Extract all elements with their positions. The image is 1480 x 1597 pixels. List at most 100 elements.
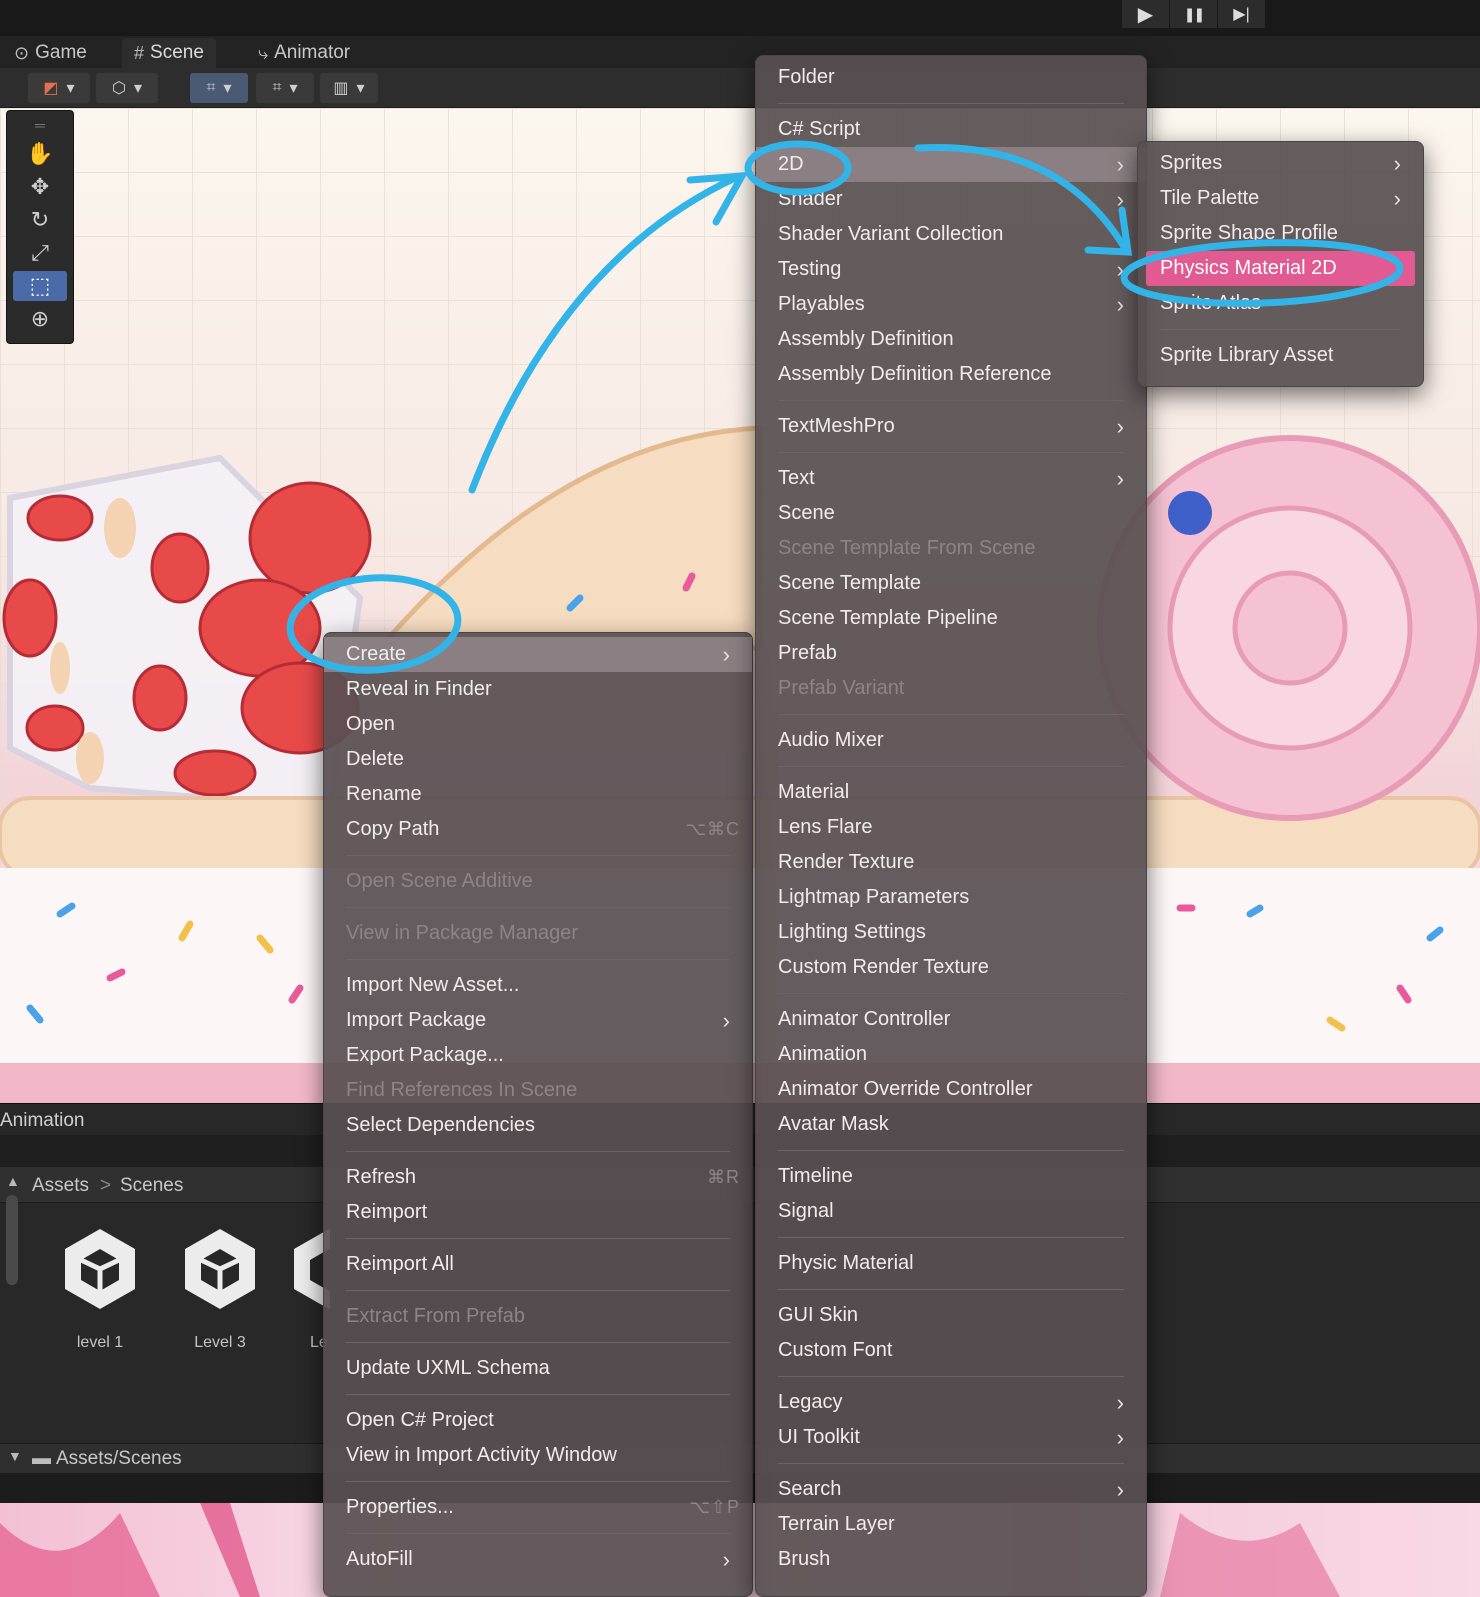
menu-item-delete[interactable]: Delete (324, 742, 752, 777)
menu-item-scene-template-pipeline[interactable]: Scene Template Pipeline (756, 601, 1146, 636)
menu-item-label: Render Texture (778, 851, 915, 873)
menu-item-physics-material-2d[interactable]: Physics Material 2D (1146, 251, 1415, 286)
menu-item-view-in-import-activity-window[interactable]: View in Import Activity Window (324, 1438, 752, 1473)
menu-item-copy-path[interactable]: Copy Path ⌥⌘C (324, 812, 752, 847)
menu-item-animator-controller[interactable]: Animator Controller (756, 1002, 1146, 1037)
create-submenu: Folder C# Script 2D › Shader › Shader Variant … (755, 55, 1147, 1597)
menu-item-rename[interactable]: Rename (324, 777, 752, 812)
menu-item-open-c-project[interactable]: Open C# Project (324, 1403, 752, 1438)
scene-asset-level-1[interactable]: level 1 (50, 1227, 150, 1352)
menu-item-label: Find References In Scene (346, 1079, 578, 1101)
menu-item-gui-skin[interactable]: GUI Skin (756, 1298, 1146, 1333)
menu-item-animation[interactable]: Animation (756, 1037, 1146, 1072)
move-tool-icon[interactable]: ✥ (13, 172, 67, 202)
menu-item-lighting-settings[interactable]: Lighting Settings (756, 915, 1146, 950)
menu-item-render-texture[interactable]: Render Texture (756, 845, 1146, 880)
scroll-up-icon[interactable]: ▲ (6, 1173, 20, 1189)
menu-item-update-uxml-schema[interactable]: Update UXML Schema (324, 1351, 752, 1386)
menu-item-animator-override-controller[interactable]: Animator Override Controller (756, 1072, 1146, 1107)
menu-item-audio-mixer[interactable]: Audio Mixer (756, 723, 1146, 758)
menu-item-search[interactable]: Search › (756, 1472, 1146, 1507)
ruler-dropdown[interactable]: ▥ ▾ (320, 73, 378, 103)
menu-item-reimport-all[interactable]: Reimport All (324, 1247, 752, 1282)
menu-item-custom-render-texture[interactable]: Custom Render Texture (756, 950, 1146, 985)
menu-item-lightmap-parameters[interactable]: Lightmap Parameters (756, 880, 1146, 915)
menu-item-reimport[interactable]: Reimport (324, 1195, 752, 1230)
menu-item-lens-flare[interactable]: Lens Flare (756, 810, 1146, 845)
menu-item-text[interactable]: Text › (756, 461, 1146, 496)
menu-item-testing[interactable]: Testing › (756, 252, 1146, 287)
menu-item-scene[interactable]: Scene (756, 496, 1146, 531)
draw-mode-dropdown[interactable]: ◩ ▾ (28, 73, 90, 103)
menu-item-properties[interactable]: Properties... ⌥⇧P (324, 1490, 752, 1525)
menu-separator (346, 907, 730, 908)
scroll-down-icon[interactable]: ▼ (8, 1448, 22, 1464)
tab-game[interactable]: ⊙ Game (2, 38, 99, 68)
menu-item-label: Open C# Project (346, 1409, 494, 1431)
menu-item-tile-palette[interactable]: Tile Palette › (1138, 181, 1423, 216)
menu-item-import-new-asset[interactable]: Import New Asset... (324, 968, 752, 1003)
menu-item-label: Export Package... (346, 1044, 504, 1066)
chevron-down-icon: ▾ (133, 80, 142, 97)
menu-item-label: C# Script (778, 118, 861, 140)
scene-asset-level-3[interactable]: Level 3 (170, 1227, 270, 1352)
menu-item-physic-material[interactable]: Physic Material (756, 1246, 1146, 1281)
menu-item-ui-toolkit[interactable]: UI Toolkit › (756, 1420, 1146, 1455)
hand-tool-icon[interactable]: ✋ (13, 139, 67, 169)
menu-item-assembly-definition-reference[interactable]: Assembly Definition Reference (756, 357, 1146, 392)
menu-item-label: Testing (778, 258, 842, 280)
menu-item-autofill[interactable]: AutoFill › (324, 1542, 752, 1577)
grid-snapping-dropdown[interactable]: ⌗ ▾ (190, 73, 248, 103)
menu-item-create[interactable]: Create › (324, 637, 752, 672)
increment-snap-dropdown[interactable]: ⌗ ▾ (256, 73, 314, 103)
menu-item-playables[interactable]: Playables › (756, 287, 1146, 322)
menu-item-folder[interactable]: Folder (756, 60, 1146, 95)
menu-item-signal[interactable]: Signal (756, 1194, 1146, 1229)
menu-item-shader-variant-collection[interactable]: Shader Variant Collection (756, 217, 1146, 252)
menu-item-shader[interactable]: Shader › (756, 182, 1146, 217)
breadcrumb-scenes[interactable]: Scenes (120, 1175, 183, 1197)
rect-tool-icon[interactable]: ⬚ (13, 271, 67, 301)
chevron-right-icon: › (1116, 414, 1124, 439)
unity-scene-icon (185, 1229, 255, 1309)
menu-item-c-script[interactable]: C# Script (756, 112, 1146, 147)
menu-item-select-dependencies[interactable]: Select Dependencies (324, 1108, 752, 1143)
menu-item-textmeshpro[interactable]: TextMeshPro › (756, 409, 1146, 444)
menu-item-sprite-library-asset[interactable]: Sprite Library Asset (1138, 338, 1423, 373)
menu-item-timeline[interactable]: Timeline (756, 1159, 1146, 1194)
menu-item-terrain-layer[interactable]: Terrain Layer (756, 1507, 1146, 1542)
menu-item-custom-font[interactable]: Custom Font (756, 1333, 1146, 1368)
scale-tool-icon[interactable]: ⤢ (13, 238, 67, 268)
menu-item-assembly-definition[interactable]: Assembly Definition (756, 322, 1146, 357)
rotate-tool-icon[interactable]: ↻ (13, 205, 67, 235)
transform-tool-icon[interactable]: ⊕ (13, 304, 67, 334)
menu-item-import-package[interactable]: Import Package › (324, 1003, 752, 1038)
breadcrumb-assets[interactable]: Assets (32, 1175, 89, 1197)
project-scrollbar[interactable] (6, 1195, 18, 1285)
menu-item-scene-template[interactable]: Scene Template (756, 566, 1146, 601)
menu-item-reveal-in-finder[interactable]: Reveal in Finder (324, 672, 752, 707)
menu-item-label: Physics Material 2D (1160, 257, 1337, 279)
menu-item-avatar-mask[interactable]: Avatar Mask (756, 1107, 1146, 1142)
scene-visibility-dropdown[interactable]: ⬡ ▾ (96, 73, 158, 103)
play-button[interactable]: ▶ (1122, 0, 1170, 28)
menu-shortcut: ⌥⌘C (685, 819, 740, 839)
tab-animator[interactable]: ⤷ Animator (246, 38, 362, 68)
menu-item-open[interactable]: Open (324, 707, 752, 742)
menu-item-material[interactable]: Material (756, 775, 1146, 810)
menu-item-brush[interactable]: Brush (756, 1542, 1146, 1577)
menu-item-export-package[interactable]: Export Package... (324, 1038, 752, 1073)
menu-item-sprite-shape-profile[interactable]: Sprite Shape Profile (1138, 216, 1423, 251)
menu-item-refresh[interactable]: Refresh ⌘R (324, 1160, 752, 1195)
menu-item-legacy[interactable]: Legacy › (756, 1385, 1146, 1420)
menu-item-sprite-atlas[interactable]: Sprite Atlas (1138, 286, 1423, 321)
menu-separator (346, 959, 730, 960)
tab-scene[interactable]: # Scene (122, 38, 216, 68)
chevron-down-icon: ▾ (289, 80, 298, 97)
menu-item-sprites[interactable]: Sprites › (1138, 146, 1423, 181)
pause-button[interactable]: ❚❚ (1170, 0, 1218, 28)
menu-item-prefab[interactable]: Prefab (756, 636, 1146, 671)
step-button[interactable]: ▶| (1218, 0, 1266, 28)
menu-item-2d[interactable]: 2D › (756, 147, 1146, 182)
menu-item-label: Animator Override Controller (778, 1078, 1033, 1100)
